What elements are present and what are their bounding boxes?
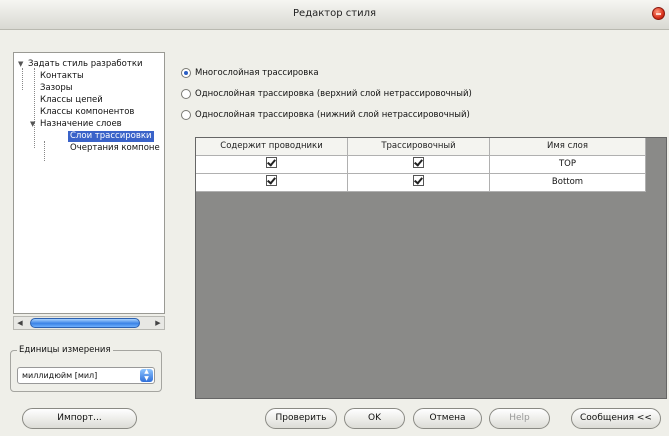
contains-conductors-cell[interactable] <box>196 156 348 174</box>
checkbox-checked[interactable] <box>266 175 277 186</box>
checkbox-checked[interactable] <box>266 157 277 168</box>
ok-button[interactable]: OK <box>344 408 405 429</box>
radio-label: Однослойная трассировка (нижний слой нет… <box>195 110 470 120</box>
column-header-layer-name[interactable]: Имя слоя <box>490 138 646 156</box>
tree-item-component-classes[interactable]: Классы компонентов <box>40 107 134 118</box>
scroll-left-icon[interactable]: ◀ <box>14 317 26 329</box>
tree-item-contacts[interactable]: Контакты <box>40 71 84 82</box>
style-tree: ▼ Задать стиль разработки Контакты Зазор… <box>13 52 165 314</box>
stepper-icon[interactable]: ▲ ▼ <box>140 368 153 382</box>
check-button[interactable]: Проверить <box>265 408 337 429</box>
expand-icon[interactable]: ▼ <box>18 60 23 68</box>
column-header-contains-conductors[interactable]: Содержит проводники <box>196 138 348 156</box>
routing-cell[interactable] <box>348 156 490 174</box>
scroll-right-icon[interactable]: ▶ <box>152 317 164 329</box>
layer-name-cell[interactable]: TOP <box>490 156 646 174</box>
layers-table: Содержит проводники Трассировочный Имя с… <box>195 137 667 399</box>
tree-item-clearances[interactable]: Зазоры <box>40 83 73 94</box>
radio-button[interactable] <box>181 89 191 99</box>
checkbox-checked[interactable] <box>413 175 424 186</box>
tree-item-component-outlines[interactable]: Очертания компоне <box>70 143 160 154</box>
units-group-label: Единицы измерения <box>17 345 113 355</box>
units-group: Единицы измерения миллидюйм [мил] ▲ ▼ <box>10 345 162 392</box>
window-title: Редактор стиля <box>293 8 376 19</box>
units-select[interactable]: миллидюйм [мил] ▲ ▼ <box>17 367 155 384</box>
radio-button[interactable] <box>181 110 191 120</box>
help-button[interactable]: Help <box>489 408 550 429</box>
tree-item-layer-assignment[interactable]: Назначение слоев <box>40 119 122 130</box>
tree-item-net-classes[interactable]: Классы цепей <box>40 95 103 106</box>
tree-item-design-style[interactable]: Задать стиль разработки <box>28 59 142 70</box>
title-bar: Редактор стиля <box>0 0 669 30</box>
tree-item-routing-layers[interactable]: Слои трассировки <box>68 131 154 142</box>
style-editor-window: Редактор стиля ▼ Задать стиль разработки… <box>0 0 669 436</box>
scroll-thumb[interactable] <box>30 318 140 328</box>
contains-conductors-cell[interactable] <box>196 174 348 192</box>
layer-name-cell[interactable]: Bottom <box>490 174 646 192</box>
radio-label: Многослойная трассировка <box>195 68 319 78</box>
units-selected-value: миллидюйм [мил] <box>22 371 98 380</box>
radio-label: Однослойная трассировка (верхний слой не… <box>195 89 472 99</box>
tree-horizontal-scrollbar[interactable]: ◀ ▶ <box>13 316 165 330</box>
close-icon[interactable] <box>652 7 665 20</box>
table-vertical-scrollbar[interactable] <box>647 138 666 398</box>
cancel-button[interactable]: Отмена <box>413 408 482 429</box>
radio-button[interactable] <box>181 68 191 78</box>
column-header-routing[interactable]: Трассировочный <box>348 138 490 156</box>
messages-button[interactable]: Сообщения << <box>571 408 661 429</box>
expand-icon[interactable]: ▼ <box>30 120 35 128</box>
routing-cell[interactable] <box>348 174 490 192</box>
import-button[interactable]: Импорт... <box>22 408 137 429</box>
checkbox-checked[interactable] <box>413 157 424 168</box>
